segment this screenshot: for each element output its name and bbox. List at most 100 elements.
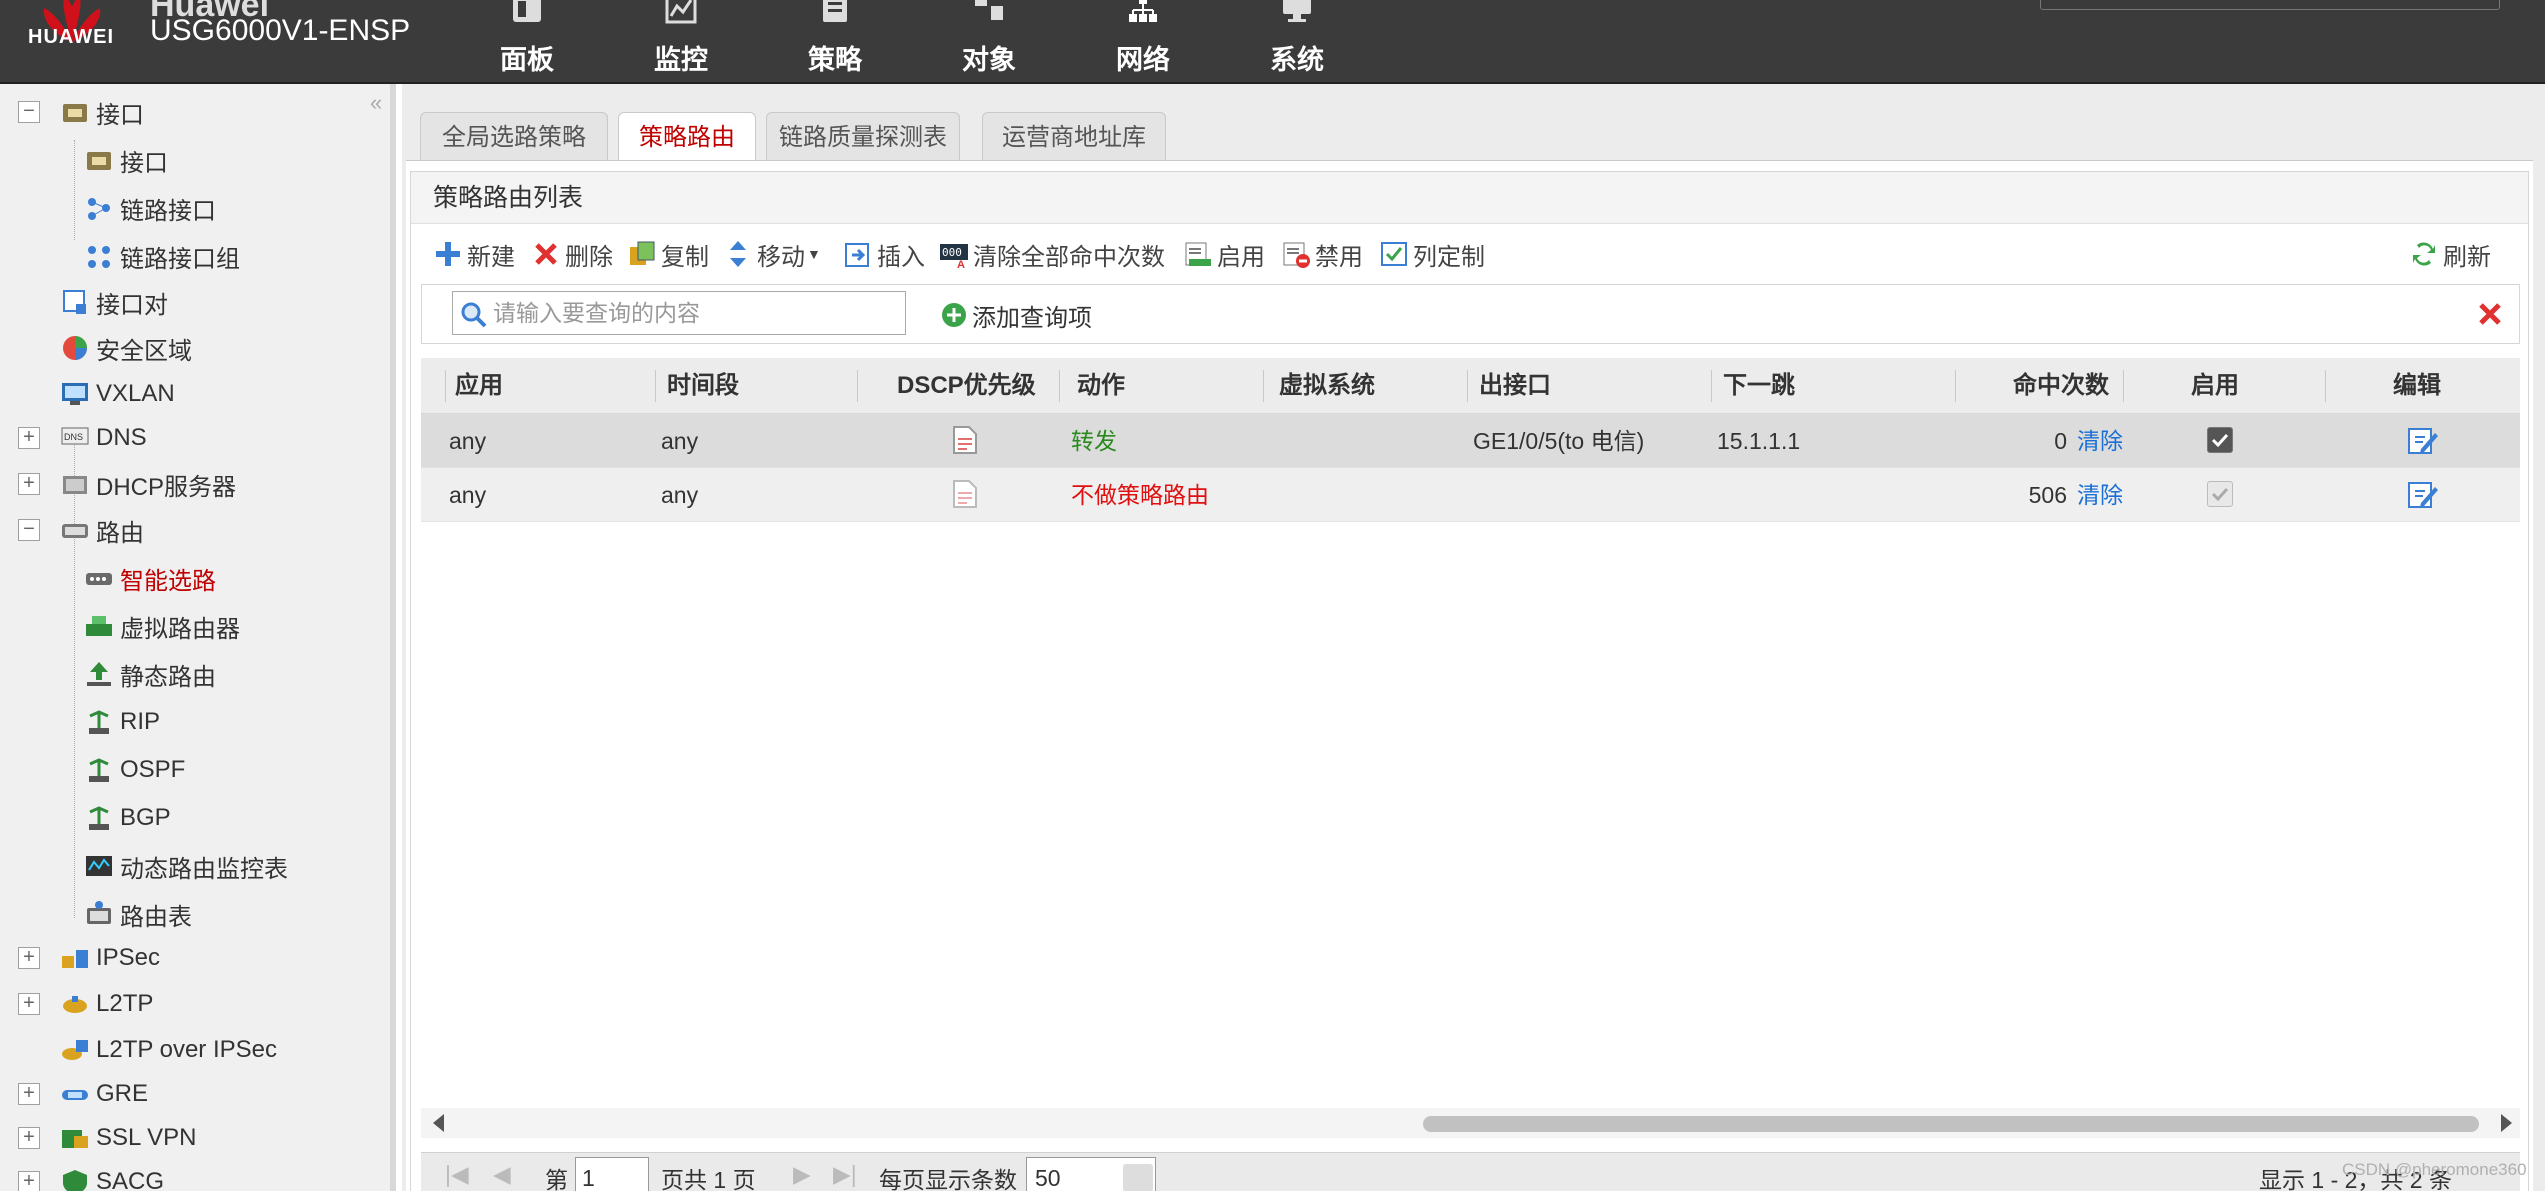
sacg-icon — [63, 1170, 87, 1191]
sidebar-item-bgp[interactable]: BGP — [84, 798, 171, 838]
insert-button[interactable]: 插入 — [843, 232, 925, 276]
nav-object[interactable]: 对象 — [929, 0, 1049, 82]
delete-button[interactable]: 删除 — [531, 232, 613, 276]
expand-icon[interactable]: + — [18, 993, 40, 1015]
enable-button[interactable]: 启用 — [1183, 232, 1265, 276]
customize-columns-label: 列定制 — [1413, 243, 1485, 271]
dns-icon: DNS — [61, 427, 89, 445]
interface-icon — [63, 104, 87, 122]
sidebar-item-interface-group[interactable]: − 接口 — [0, 92, 144, 132]
sidebar-item-ipsec[interactable]: + IPSec — [0, 938, 160, 978]
sidebar-item-dhcp-server[interactable]: + DHCP服务器 — [0, 464, 236, 504]
column-separator — [1711, 370, 1712, 402]
collapse-icon[interactable]: − — [18, 101, 40, 123]
last-page-icon[interactable]: ▶| — [833, 1161, 857, 1188]
dscp-document-icon[interactable] — [951, 479, 979, 509]
edit-icon[interactable] — [2407, 479, 2439, 509]
column-header-vsys[interactable]: 虚拟系统 — [1279, 358, 1375, 414]
column-header-app[interactable]: 应用 — [455, 358, 503, 414]
tab-policy-route[interactable]: 策略路由 — [618, 112, 756, 162]
column-header-dscp[interactable]: DSCP优先级 — [897, 358, 1036, 414]
sidebar-item-dns[interactable]: + DNS DNS — [0, 418, 147, 458]
sidebar-item-sacg[interactable]: + SACG — [0, 1162, 164, 1191]
tab-isp-address-library[interactable]: 运营商地址库 — [982, 112, 1166, 160]
column-header-time[interactable]: 时间段 — [667, 358, 739, 414]
expand-icon[interactable]: + — [18, 1083, 40, 1105]
column-header-out-interface[interactable]: 出接口 — [1479, 358, 1551, 414]
sidebar-item-vxlan[interactable]: VXLAN — [60, 374, 175, 414]
toolbar: 新建 删除 复制 移动 ▼ 插入 000 A 清除全部命中次数 启用 禁用 列定… — [411, 232, 2528, 276]
l2tp-ipsec-icon — [62, 1040, 88, 1060]
sidebar-item-virtual-router[interactable]: 虚拟路由器 — [84, 606, 240, 646]
previous-page-icon[interactable]: ◀ — [493, 1161, 511, 1188]
clear-all-hits-button[interactable]: 000 A 清除全部命中次数 — [939, 232, 1165, 276]
clear-hits-link[interactable]: 清除 — [2077, 414, 2123, 468]
scrollbar-thumb[interactable] — [1423, 1116, 2479, 1132]
nav-dashboard[interactable]: 面板 — [467, 0, 587, 82]
collapse-icon[interactable]: − — [18, 519, 40, 541]
close-icon[interactable] — [2475, 299, 2505, 329]
sidebar-item-rip[interactable]: RIP — [84, 702, 160, 742]
sidebar-item-routing-group[interactable]: − 路由 — [0, 510, 144, 550]
sidebar-item-static-route[interactable]: 静态路由 — [84, 654, 216, 694]
column-header-next-hop[interactable]: 下一跳 — [1723, 358, 1795, 414]
first-page-icon[interactable]: |◀ — [445, 1161, 469, 1188]
horizontal-scrollbar[interactable] — [421, 1108, 2520, 1138]
move-button[interactable]: 移动 ▼ — [723, 232, 821, 276]
svg-text:000: 000 — [942, 246, 962, 259]
column-header-hit-count[interactable]: 命中次数 — [2001, 358, 2109, 414]
expand-icon[interactable]: + — [18, 1171, 40, 1191]
sidebar-item-ospf[interactable]: OSPF — [84, 750, 185, 790]
sidebar-item-route-table[interactable]: 路由表 — [84, 894, 192, 934]
add-query-button[interactable]: 添加查询项 — [940, 293, 1092, 337]
expand-icon[interactable]: + — [18, 427, 40, 449]
nav-policy[interactable]: 策略 — [775, 0, 895, 82]
sidebar-item-dynamic-route-monitor[interactable]: 动态路由监控表 — [84, 846, 288, 886]
sidebar-item-interface[interactable]: 接口 — [84, 140, 168, 180]
sidebar-item-link-interface-group[interactable]: 链路接口组 — [84, 236, 240, 276]
expand-icon[interactable]: + — [18, 947, 40, 969]
edit-icon[interactable] — [2407, 425, 2439, 455]
static-route-icon — [87, 662, 111, 686]
column-header-edit[interactable]: 编辑 — [2393, 358, 2441, 414]
sidebar-item-l2tp-over-ipsec[interactable]: L2TP over IPSec — [60, 1030, 277, 1070]
refresh-button[interactable]: 刷新 — [2409, 232, 2491, 276]
customize-columns-button[interactable]: 列定制 — [1379, 232, 1485, 276]
tab-link-quality-probe[interactable]: 链路质量探测表 — [766, 112, 960, 160]
column-header-enable[interactable]: 启用 — [2191, 358, 2239, 414]
search-icon — [461, 302, 487, 328]
expand-icon[interactable]: + — [18, 1127, 40, 1149]
cell-next-hop: 15.1.1.1 — [1717, 428, 1801, 454]
sidebar-item-interface-pair[interactable]: 接口对 — [60, 282, 168, 322]
clear-hits-link[interactable]: 清除 — [2077, 468, 2123, 522]
next-page-icon[interactable]: ▶ — [793, 1161, 811, 1188]
top-search-box[interactable] — [2040, 0, 2500, 10]
network-icon — [1129, 0, 1157, 22]
sidebar-item-link-interface[interactable]: 链路接口 — [84, 188, 216, 228]
scroll-left-arrow-icon[interactable] — [433, 1114, 444, 1132]
enable-checkbox[interactable] — [2207, 427, 2233, 453]
tab-global-route-policy[interactable]: 全局选路策略 — [420, 112, 608, 160]
page-number-input[interactable]: 1 — [575, 1157, 649, 1191]
disable-button[interactable]: 禁用 — [1281, 232, 1363, 276]
column-header-action[interactable]: 动作 — [1077, 358, 1125, 414]
per-page-select[interactable]: 50 — [1026, 1157, 1156, 1191]
sidebar-item-gre[interactable]: + GRE — [0, 1074, 148, 1114]
nav-network[interactable]: 网络 — [1083, 0, 1203, 82]
sidebar-item-ssl-vpn[interactable]: + SSL VPN — [0, 1118, 197, 1158]
expand-icon[interactable]: + — [18, 473, 40, 495]
sidebar-item-security-zone[interactable]: 安全区域 — [60, 328, 192, 368]
copy-button[interactable]: 复制 — [627, 232, 709, 276]
sidebar-item-l2tp[interactable]: + L2TP — [0, 984, 153, 1024]
scroll-right-arrow-icon[interactable] — [2501, 1114, 2512, 1132]
dscp-document-icon[interactable] — [951, 425, 979, 455]
new-button[interactable]: 新建 — [433, 232, 515, 276]
table-row[interactable]: any any 不做策略路由 506 清除 — [421, 468, 2520, 522]
svg-text:A: A — [957, 259, 965, 269]
search-input[interactable] — [493, 292, 899, 334]
table-row[interactable]: any any 转发 GE1/0/5(to 电信) 15.1.1.1 0 清除 — [421, 414, 2520, 468]
sidebar-item-smart-routing[interactable]: 智能选路 — [84, 558, 216, 598]
nav-system[interactable]: 系统 — [1237, 0, 1357, 82]
collapse-sidebar-icon[interactable]: « — [370, 90, 382, 116]
nav-monitor[interactable]: 监控 — [621, 0, 741, 82]
